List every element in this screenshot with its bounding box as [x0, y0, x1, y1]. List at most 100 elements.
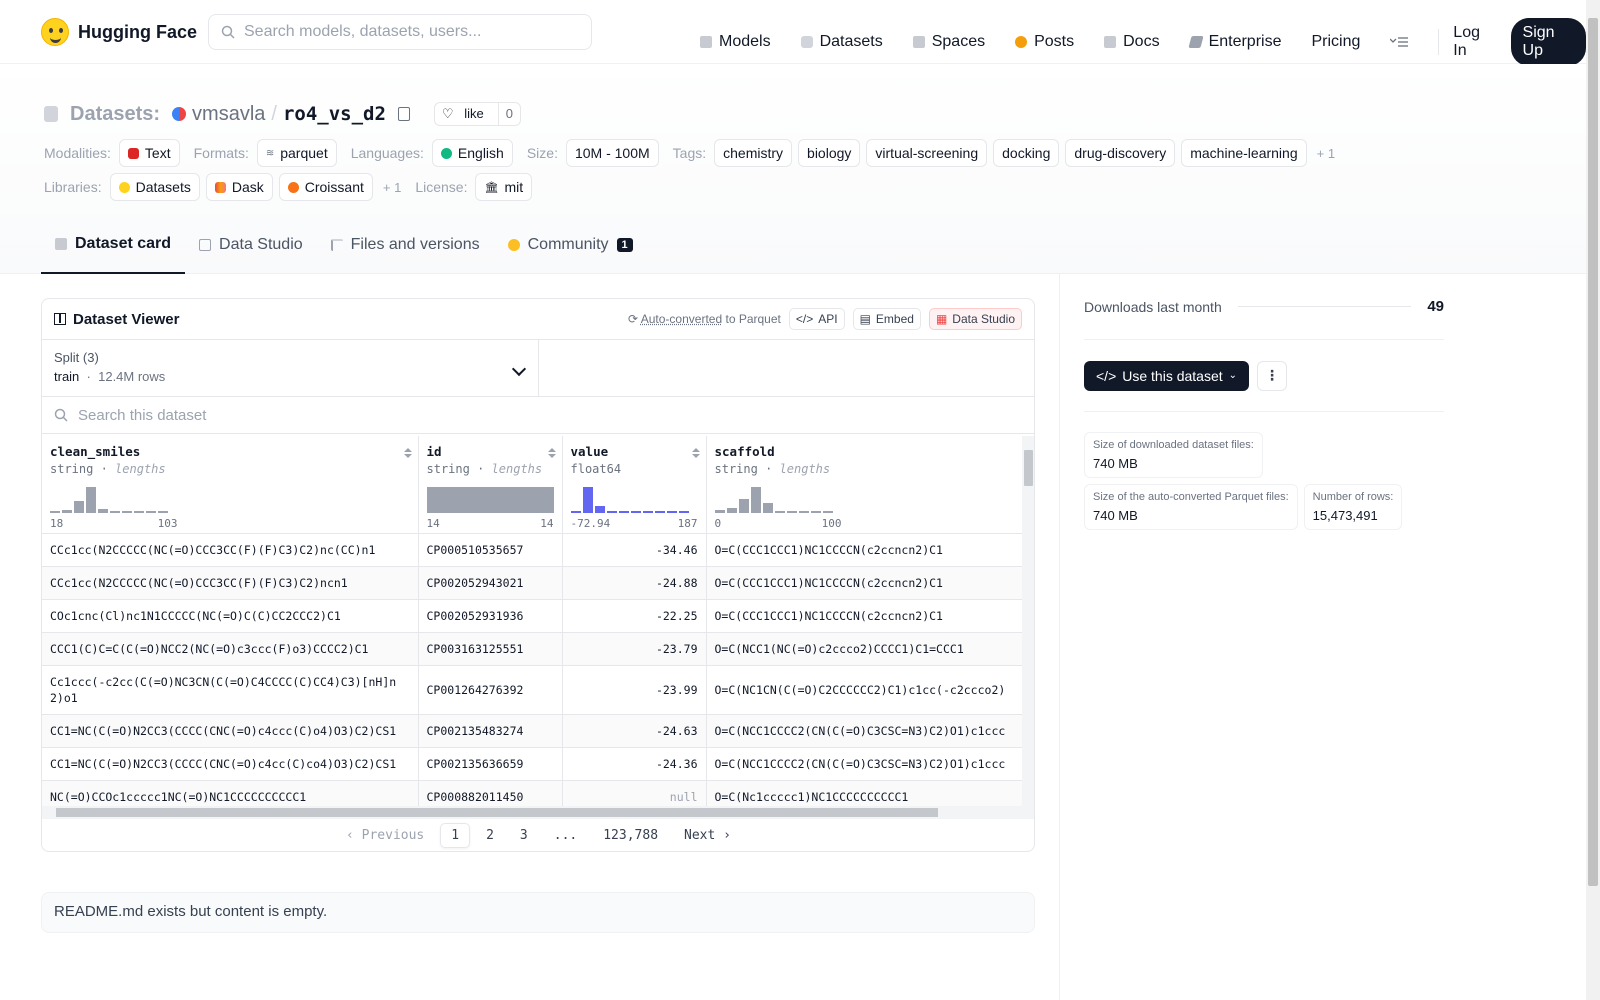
scrollbar-thumb[interactable]: [56, 808, 938, 817]
more-options-icon[interactable]: ⋮: [1257, 360, 1288, 391]
histogram-bar[interactable]: [62, 509, 72, 513]
histogram-bar[interactable]: [74, 500, 84, 513]
histogram-bar[interactable]: [618, 510, 629, 513]
histogram-bar[interactable]: [810, 510, 821, 513]
table-row[interactable]: CCc1cc(N2CCCCC(NC(=O)CCC3CC(F)(F)C3)C2)n…: [42, 566, 1022, 600]
cell-value[interactable]: -34.46: [562, 533, 707, 567]
dataset-search[interactable]: [42, 397, 1034, 434]
histogram-bar[interactable]: [582, 486, 593, 513]
cell-id[interactable]: CP000510535657: [418, 533, 563, 567]
nav-more-menu[interactable]: [1390, 28, 1409, 56]
copy-icon[interactable]: [397, 107, 410, 121]
embed-button[interactable]: ▤ Embed: [852, 308, 921, 330]
cell-id[interactable]: CP001264276392: [418, 665, 563, 715]
cell-value[interactable]: -24.36: [562, 747, 707, 781]
histogram-bar[interactable]: [642, 510, 653, 513]
table-row[interactable]: COc1cnc(Cl)nc1N1CCCCC(NC(=O)C(C)CC2CCC2)…: [42, 599, 1022, 633]
global-search[interactable]: [208, 14, 592, 50]
scrollbar-thumb[interactable]: [1588, 18, 1598, 886]
cell-id[interactable]: CP002052931936: [418, 599, 563, 633]
histogram-bar[interactable]: [134, 510, 144, 513]
tag-lib-datasets[interactable]: Datasets: [109, 173, 200, 201]
next-page-button[interactable]: Next ›: [674, 824, 741, 847]
home-logo-link[interactable]: Hugging Face: [41, 18, 197, 46]
nav-docs[interactable]: Docs: [1104, 28, 1160, 56]
cell-value[interactable]: -22.25: [562, 599, 707, 633]
tab-community[interactable]: Community 1: [494, 216, 647, 274]
table-row[interactable]: CCC1(C)C=C(C(=O)NCC2(NC(=O)c3ccc(F)o3)CC…: [42, 632, 1022, 666]
nav-enterprise[interactable]: Enterprise: [1187, 28, 1281, 56]
histogram-bar[interactable]: [786, 510, 797, 513]
histogram-bar[interactable]: [714, 509, 725, 513]
histogram-bar[interactable]: [426, 486, 554, 513]
histogram-bar[interactable]: [654, 510, 665, 513]
split-select[interactable]: Split (3) train · 12.4M rows: [42, 340, 539, 396]
histogram-bar[interactable]: [762, 502, 773, 513]
histogram-bar[interactable]: [594, 505, 605, 513]
cell-value[interactable]: -23.99: [562, 665, 707, 715]
libraries-more[interactable]: + 1: [383, 180, 401, 195]
breadcrumb-section[interactable]: Datasets:: [70, 103, 160, 126]
tag-license[interactable]: 🏛 mit: [475, 173, 533, 201]
histogram-bar[interactable]: [798, 510, 809, 513]
previous-page-button[interactable]: ‹ Previous: [336, 824, 434, 847]
histogram[interactable]: [570, 485, 689, 513]
table-row[interactable]: CCc1cc(N2CCCCC(NC(=O)CCC3CC(F)(F)C3)C2)n…: [42, 533, 1022, 567]
column-header-clean-smiles[interactable]: clean_smiles string · lengths 18 103: [42, 436, 419, 534]
cell-id[interactable]: CP002135483274: [418, 714, 563, 748]
histogram-bar[interactable]: [630, 510, 641, 513]
cell-clean-smiles[interactable]: CCc1cc(N2CCCCC(NC(=O)CCC3CC(F)(F)C3)C2)n…: [42, 533, 419, 567]
page-2-button[interactable]: 2: [476, 824, 504, 847]
cell-scaffold[interactable]: O=C(NCC1CCCC2(CN(C(=O)C3CSC=N3)C2)O1)c1c…: [706, 747, 1022, 781]
histogram-bar[interactable]: [738, 498, 749, 513]
histogram-bar[interactable]: [50, 510, 60, 513]
cell-id[interactable]: CP002135636659: [418, 747, 563, 781]
table-row[interactable]: Cc1ccc(-c2cc(C(=O)NC3CN(C(=O)C4CCCC(C)CC…: [42, 665, 1022, 715]
cell-scaffold[interactable]: O=C(CCC1CCC1)NC1CCCCN(c2ccncn2)C1: [706, 599, 1022, 633]
histogram-bar[interactable]: [822, 510, 833, 513]
data-studio-button[interactable]: ▦ Data Studio: [928, 308, 1022, 330]
column-header-id[interactable]: id string · lengths 14 14: [418, 436, 563, 534]
nav-datasets[interactable]: Datasets: [800, 28, 883, 56]
table-row[interactable]: NC(=O)CCOc1ccccc1NC(=O)NC1CCCCCCCCCC1 CP…: [42, 780, 1022, 806]
histogram-bar[interactable]: [750, 486, 761, 513]
histogram-bar[interactable]: [678, 510, 689, 513]
last-page-button[interactable]: 123,788: [593, 824, 668, 847]
table-vertical-scrollbar[interactable]: [1022, 436, 1034, 806]
cell-value[interactable]: -24.88: [562, 566, 707, 600]
cell-clean-smiles[interactable]: COc1cnc(Cl)nc1N1CCCCC(NC(=O)C(C)CC2CCC2)…: [42, 599, 419, 633]
tab-data-studio[interactable]: Data Studio: [185, 216, 317, 274]
cell-clean-smiles[interactable]: Cc1ccc(-c2cc(C(=O)NC3CN(C(=O)C4CCCC(C)CC…: [42, 665, 419, 715]
tag-language[interactable]: English: [431, 139, 513, 167]
sort-icon[interactable]: [403, 448, 412, 458]
tag-biology[interactable]: biology: [798, 139, 861, 167]
scrollbar-thumb[interactable]: [1024, 450, 1033, 486]
histogram-bar[interactable]: [726, 507, 737, 513]
page-1-button[interactable]: 1: [440, 823, 471, 848]
api-button[interactable]: </> API: [788, 308, 845, 330]
histogram[interactable]: [714, 485, 833, 513]
histogram-bar[interactable]: [570, 510, 581, 513]
column-header-scaffold[interactable]: scaffold string · lengths 0 100: [706, 436, 1022, 534]
cell-clean-smiles[interactable]: CCc1cc(N2CCCCC(NC(=O)CCC3CC(F)(F)C3)C2)n…: [42, 566, 419, 600]
nav-models[interactable]: Models: [700, 28, 771, 56]
histogram-bar[interactable]: [146, 510, 156, 513]
login-link[interactable]: Log In: [1453, 24, 1493, 60]
histogram[interactable]: [50, 485, 168, 513]
table-horizontal-scrollbar[interactable]: [42, 806, 1034, 819]
page-3-button[interactable]: 3: [510, 824, 538, 847]
cell-id[interactable]: CP002052943021: [418, 566, 563, 600]
tag-lib-dask[interactable]: Dask: [205, 173, 273, 201]
cell-clean-smiles[interactable]: NC(=O)CCOc1ccccc1NC(=O)NC1CCCCCCCCCC1: [42, 780, 419, 806]
cell-scaffold[interactable]: O=C(CCC1CCC1)NC1CCCCN(c2ccncn2)C1: [706, 533, 1022, 567]
breadcrumb-user[interactable]: vmsavla: [192, 103, 265, 126]
histogram-bar[interactable]: [158, 510, 168, 513]
autoconverted-link[interactable]: Auto-converted: [641, 312, 722, 326]
nav-pricing[interactable]: Pricing: [1311, 28, 1360, 56]
use-this-dataset-button[interactable]: </> Use this dataset ⌄: [1084, 360, 1250, 391]
histogram-bar[interactable]: [606, 510, 617, 513]
tag-virtual-screening[interactable]: virtual-screening: [866, 139, 988, 167]
histogram-bar[interactable]: [666, 510, 677, 513]
tag-lib-croissant[interactable]: Croissant: [278, 173, 373, 201]
cell-value[interactable]: null: [562, 780, 707, 806]
